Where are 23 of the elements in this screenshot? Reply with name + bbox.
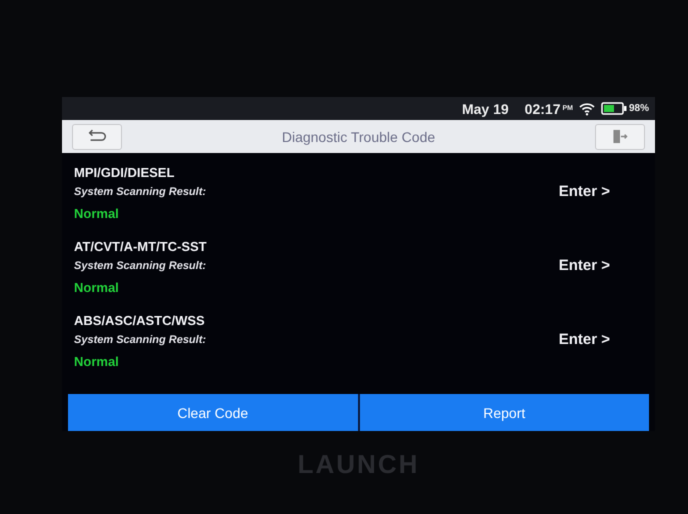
system-name: AT/CVT/A-MT/TC-SST xyxy=(74,239,207,254)
enter-link[interactable]: Enter > xyxy=(558,256,610,274)
result-label: System Scanning Result: xyxy=(74,186,206,198)
back-arrow-icon xyxy=(86,129,108,144)
exit-button[interactable] xyxy=(595,124,645,150)
result-label: System Scanning Result: xyxy=(74,260,207,272)
status-time: 02:17 xyxy=(524,100,560,116)
result-status: Normal xyxy=(74,280,120,295)
enter-link[interactable]: Enter > xyxy=(558,182,610,200)
battery-percent: 98% xyxy=(628,103,649,114)
screen-title: Diagnostic Trouble Code xyxy=(282,128,436,144)
result-status: Normal xyxy=(74,206,120,221)
action-button[interactable]: Clear Code xyxy=(68,394,358,431)
battery-icon xyxy=(600,102,627,115)
result-label: System Scanning Result: xyxy=(74,334,206,346)
result-status: Normal xyxy=(74,354,120,369)
action-button[interactable]: Report xyxy=(358,394,649,431)
status-date: May 19 xyxy=(462,100,509,116)
system-name: MPI/GDI/DIESEL xyxy=(74,165,176,180)
system-name: ABS/ASC/ASTC/WSS xyxy=(74,313,206,328)
back-button[interactable] xyxy=(72,124,122,150)
enter-link[interactable]: Enter > xyxy=(558,330,610,348)
wifi-icon xyxy=(578,102,595,116)
